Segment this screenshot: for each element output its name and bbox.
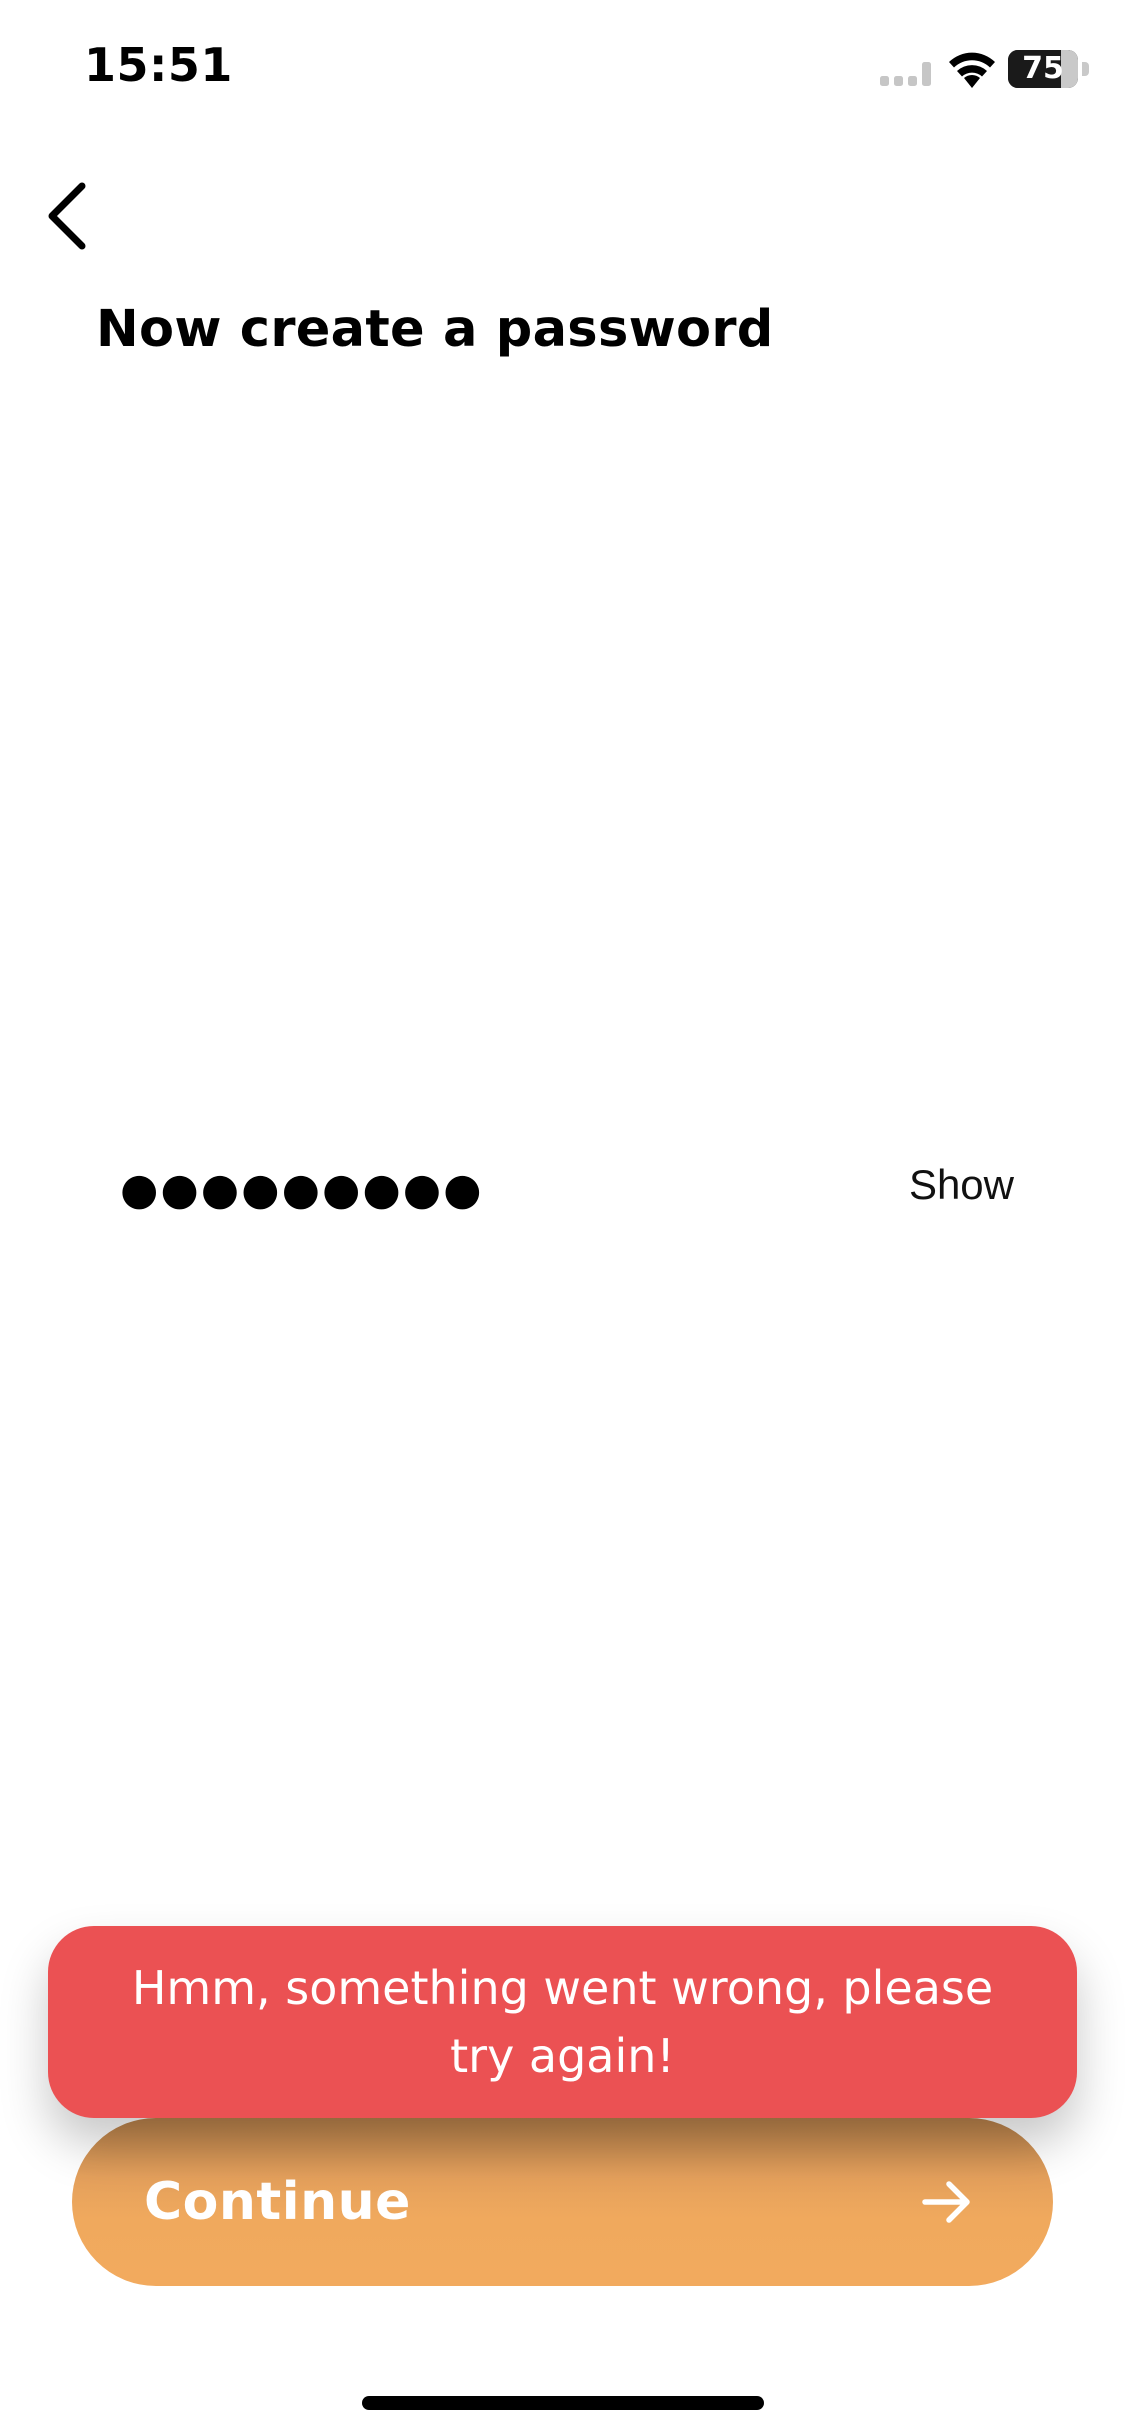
status-time: 15:51	[84, 38, 233, 92]
page-title: Now create a password	[96, 300, 774, 359]
password-field[interactable]: ●●●●●●●●● Show	[120, 1150, 1020, 1230]
continue-button[interactable]: Continue	[72, 2118, 1053, 2286]
continue-button-label: Continue	[144, 2172, 411, 2232]
show-password-toggle[interactable]: Show	[909, 1150, 1014, 1220]
wifi-icon	[949, 52, 995, 88]
home-indicator[interactable]	[362, 2396, 764, 2410]
password-input-value[interactable]: ●●●●●●●●●	[120, 1150, 484, 1230]
battery-level-text: 75	[1022, 51, 1064, 86]
error-message: Hmm, something went wrong, please try ag…	[131, 1961, 994, 2083]
battery-icon: 75	[1008, 50, 1092, 88]
battery-cap	[1082, 62, 1089, 76]
back-button[interactable]	[30, 170, 110, 260]
battery-body: 75	[1008, 50, 1078, 88]
chevron-left-icon	[48, 182, 86, 250]
cellular-signal-icon	[880, 62, 931, 86]
arrow-right-icon	[922, 2181, 970, 2223]
error-toast: Hmm, something went wrong, please try ag…	[48, 1926, 1077, 2118]
